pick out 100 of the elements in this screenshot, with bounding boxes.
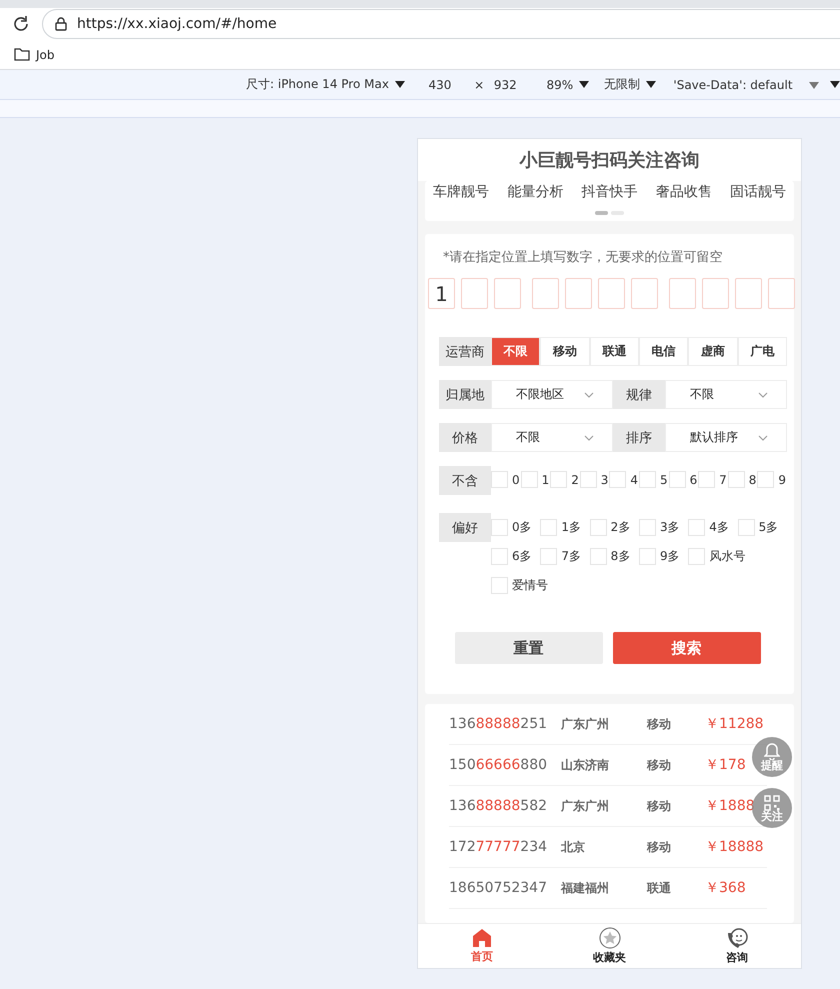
checkbox[interactable] (540, 519, 558, 536)
checkbox-label: 1多 (561, 519, 581, 536)
dropdown-select[interactable]: 不限 (491, 423, 613, 452)
digit-field[interactable] (735, 278, 762, 309)
category-link[interactable]: 车牌靓号 (433, 183, 489, 201)
region-text: 福建福州 (561, 880, 610, 896)
dropdown-select[interactable]: 默认排序 (665, 423, 787, 452)
carrier-option[interactable]: 虚商 (688, 337, 738, 366)
carrier-text: 移动 (647, 838, 672, 856)
filter-label: 价格 (439, 423, 491, 452)
category-link[interactable]: 能量分析 (507, 183, 564, 201)
save-data-select[interactable]: 'Save-Data': default (673, 78, 830, 92)
checkbox[interactable] (590, 548, 607, 565)
dropdown-select[interactable]: 不限 (665, 380, 787, 409)
checkbox[interactable] (580, 471, 597, 488)
address-bar[interactable]: https://xx.xiaoj.com/#/home (42, 9, 840, 39)
category-link[interactable]: 奢品收售 (656, 183, 712, 201)
filter-label: 不含 (439, 466, 491, 495)
price-text: ￥368 (705, 879, 746, 897)
nav-tab[interactable]: 咨询 (673, 924, 801, 968)
reload-icon[interactable] (12, 15, 30, 33)
height-field[interactable]: 932 (494, 78, 546, 92)
checkbox[interactable] (540, 548, 558, 565)
throttle-select[interactable]: 无限制 (604, 76, 674, 93)
checkbox[interactable] (757, 471, 774, 488)
checkbox[interactable] (590, 519, 607, 536)
phone-number[interactable]: 13688888582 (449, 798, 561, 814)
checkbox[interactable] (638, 519, 656, 536)
checkbox[interactable] (728, 471, 745, 488)
device-select[interactable]: 尺寸: iPhone 14 Pro Max (246, 76, 428, 93)
checkbox-label: 8 (748, 472, 756, 486)
checkbox[interactable] (491, 577, 508, 594)
checkbox[interactable] (638, 548, 656, 565)
region-text: 广东广州 (561, 716, 610, 732)
caret-down-icon (808, 82, 819, 88)
digit-field[interactable] (702, 278, 729, 309)
price-text: ￥1888 (705, 797, 755, 815)
phone-number[interactable]: 18650752347 (449, 880, 561, 896)
digit-field[interactable] (768, 278, 795, 309)
region-text: 广东广州 (561, 798, 610, 814)
filter-label: 运营商 (439, 337, 491, 366)
checkbox[interactable] (491, 548, 508, 565)
checkbox-label: 6 (690, 472, 698, 486)
digit-field[interactable] (598, 278, 625, 309)
dropdown-select[interactable]: 不限地区 (491, 380, 613, 409)
reset-button[interactable]: 重置 (454, 632, 602, 664)
checkbox[interactable] (520, 471, 538, 488)
carrier-option[interactable]: 联通 (590, 337, 639, 366)
search-button[interactable]: 搜索 (612, 632, 760, 664)
price-text: ￥178 (705, 756, 746, 774)
checkbox[interactable] (609, 471, 626, 488)
digit-field[interactable] (461, 278, 488, 309)
checkbox-label: 4多 (709, 519, 729, 536)
checkbox-label: 2 (571, 472, 579, 486)
carrier-text: 移动 (647, 798, 672, 814)
checkbox[interactable] (688, 548, 706, 565)
digit-field[interactable] (565, 278, 592, 309)
phone-number[interactable]: 15066666880 (449, 757, 561, 773)
checkbox-label: 2多 (610, 519, 630, 536)
digit-field[interactable] (631, 278, 658, 309)
checkbox[interactable] (550, 471, 568, 488)
checkbox-label: 9多 (660, 548, 680, 565)
chevron-down-icon (584, 434, 594, 440)
chevron-down-icon (758, 392, 768, 398)
page-title: 小巨靓号扫码关注咨询 (418, 139, 801, 181)
checkbox[interactable] (738, 519, 755, 536)
checkbox[interactable] (491, 471, 508, 488)
width-field[interactable]: 430 (428, 78, 474, 92)
phone-number[interactable]: 17277777234 (449, 839, 561, 855)
carrier-option[interactable]: 电信 (638, 337, 688, 366)
checkbox-label: 5 (660, 472, 668, 486)
checkbox[interactable] (638, 471, 656, 488)
checkbox[interactable] (688, 519, 706, 536)
checkbox-label: 4 (630, 472, 638, 486)
carrier-option[interactable]: 移动 (540, 337, 590, 366)
category-link[interactable]: 抖音快手 (582, 183, 638, 201)
filter-label: 排序 (613, 423, 665, 452)
carrier-text: 移动 (647, 716, 672, 732)
checkbox[interactable] (491, 519, 508, 536)
carrier-option[interactable]: 广电 (738, 337, 787, 366)
checkbox[interactable] (698, 471, 716, 488)
nav-tab[interactable]: 收藏夹 (546, 924, 674, 968)
home-icon (472, 928, 492, 948)
category-link[interactable]: 固话靓号 (730, 183, 786, 201)
region-text: 北京 (561, 838, 586, 856)
nav-tab[interactable]: 首页 (418, 924, 546, 968)
carrier-option[interactable]: 不限 (491, 337, 540, 366)
checkbox-label: 爱情号 (512, 577, 548, 594)
digit-field[interactable] (494, 278, 521, 309)
checkbox[interactable] (668, 471, 686, 488)
digit-field[interactable]: 1 (428, 278, 455, 309)
checkbox-label: 9 (778, 472, 786, 486)
price-text: ￥11288 (705, 715, 764, 733)
hint-text: *请在指定位置上填写数字，无要求的位置可留空 (442, 249, 724, 266)
digit-field[interactable] (669, 278, 696, 309)
caret-down-icon (394, 81, 405, 88)
bookmark[interactable]: Job (14, 48, 54, 62)
zoom-select[interactable]: 89% (546, 78, 604, 92)
digit-field[interactable] (532, 278, 559, 309)
phone-number[interactable]: 13688888251 (449, 716, 561, 732)
